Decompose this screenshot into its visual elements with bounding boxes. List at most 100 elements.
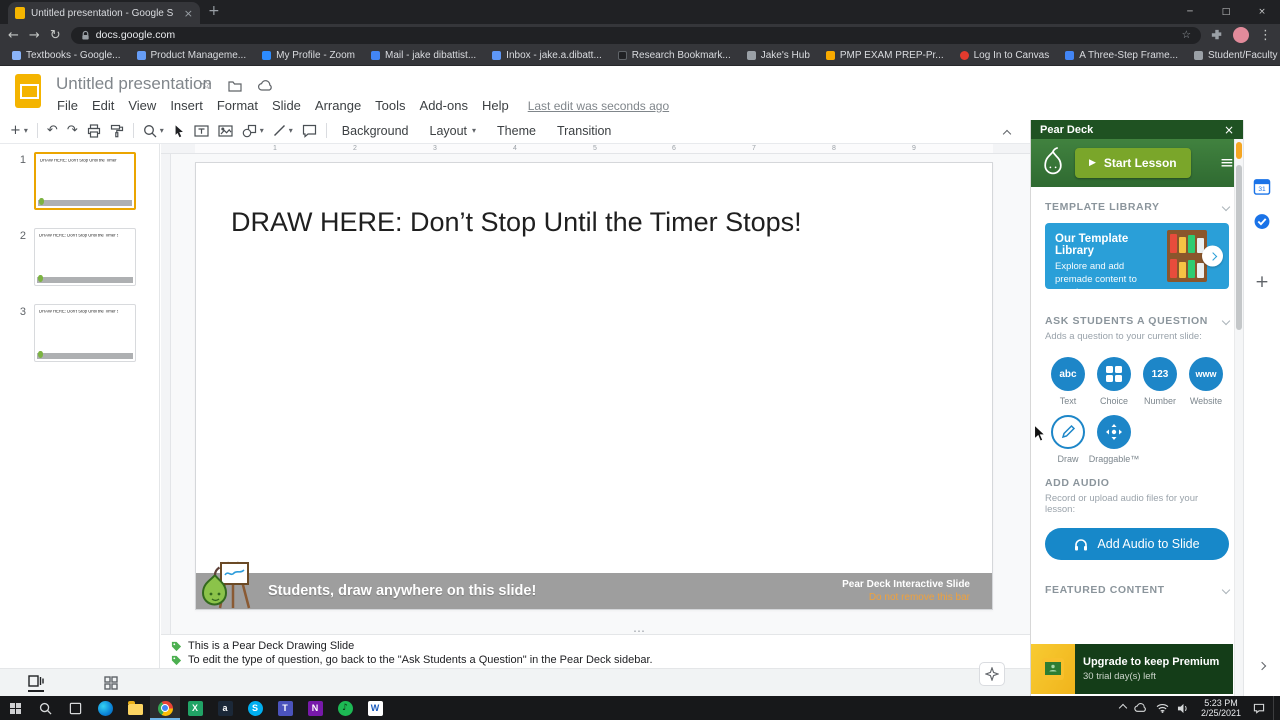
window-maximize-button[interactable]: □ [1208, 0, 1244, 24]
bookmark-item[interactable]: Student/Faculty Res... [1193, 50, 1280, 61]
menu-view[interactable]: View [121, 96, 163, 115]
theme-button[interactable]: Theme [491, 122, 542, 140]
wifi-icon[interactable] [1156, 703, 1169, 713]
slide-thumbnail-2[interactable]: DRAW HERE: Don’t Stop Until the Timer St… [34, 228, 136, 286]
taskbar-spotify-button[interactable]: ♪ [330, 696, 360, 720]
menu-arrange[interactable]: Arrange [308, 96, 368, 115]
sidebar-scrollbar[interactable] [1234, 139, 1243, 696]
bookmark-item[interactable]: Mail - jake dibattist... [371, 50, 476, 61]
menu-addons[interactable]: Add-ons [413, 96, 475, 115]
taskbar-word-button[interactable]: W [360, 696, 390, 720]
insert-comment-button[interactable] [302, 124, 317, 138]
bookmark-item[interactable]: Inbox - jake.a.dibatt... [492, 50, 602, 61]
taskbar-app-dark-button[interactable]: a [210, 696, 240, 720]
taskbar-excel-button[interactable]: X [180, 696, 210, 720]
grid-view-button[interactable] [104, 675, 118, 690]
show-desktop-button[interactable] [1273, 696, 1278, 720]
browser-tab[interactable]: Untitled presentation - Google S × [8, 2, 200, 24]
question-type-draw[interactable]: Draw [1045, 415, 1091, 464]
collapse-section-icon[interactable] [1221, 316, 1231, 326]
bookmark-item[interactable]: My Profile - Zoom [262, 50, 355, 61]
add-audio-button[interactable]: Add Audio to Slide [1045, 528, 1229, 560]
start-button[interactable] [0, 696, 30, 720]
undo-button[interactable]: ↶ [47, 123, 58, 138]
get-addons-plus-icon[interactable]: + [1255, 272, 1269, 292]
window-close-button[interactable]: × [1244, 0, 1280, 24]
hide-menus-button[interactable] [1002, 124, 1012, 142]
taskbar-edge-button[interactable] [90, 696, 120, 720]
background-button[interactable]: Background [336, 122, 415, 140]
bookmark-item[interactable]: Product Manageme... [136, 50, 246, 61]
line-tool-button[interactable]: ▾ [273, 124, 293, 137]
collapse-section-icon[interactable] [1221, 202, 1231, 212]
taskbar-file-explorer-button[interactable] [120, 696, 150, 720]
taskbar-onenote-button[interactable]: N [300, 696, 330, 720]
speaker-notes[interactable]: This is a Pear Deck Drawing Slide To edi… [161, 634, 1030, 668]
bookmark-star-icon[interactable]: ☆ [1182, 29, 1191, 41]
bookmark-item[interactable]: Textbooks - Google... [12, 50, 121, 61]
premium-upgrade-banner[interactable]: Upgrade to keep Premium 30 trial day(s) … [1031, 644, 1233, 694]
taskbar-clock[interactable]: 5:23 PM 2/25/2021 [1197, 698, 1245, 719]
volume-icon[interactable] [1177, 703, 1189, 714]
google-slides-icon[interactable] [15, 74, 41, 108]
onedrive-cloud-icon[interactable] [1134, 703, 1148, 713]
question-type-website[interactable]: www Website [1183, 357, 1229, 406]
template-card-arrow-button[interactable] [1202, 245, 1223, 267]
menu-format[interactable]: Format [210, 96, 265, 115]
bookmark-item[interactable]: Log In to Canvas [959, 50, 1049, 61]
taskbar-chrome-button[interactable] [150, 696, 180, 720]
insert-image-button[interactable] [218, 124, 233, 138]
paint-format-button[interactable] [110, 124, 124, 138]
slide-thumbnail-3[interactable]: DRAW HERE: Don’t Stop Until the Timer St… [34, 304, 136, 362]
calendar-icon[interactable]: 31 [1253, 178, 1271, 195]
slide-editing-surface[interactable]: DRAW HERE: Don’t Stop Until the Timer St… [195, 162, 993, 610]
filmstrip-view-button[interactable] [28, 674, 44, 692]
browser-menu-kebab-icon[interactable]: ⋮ [1259, 29, 1272, 42]
window-minimize-button[interactable]: ─ [1172, 0, 1208, 24]
browser-profile-avatar[interactable] [1233, 27, 1249, 43]
taskbar-skype-button[interactable]: S [240, 696, 270, 720]
menu-slide[interactable]: Slide [265, 96, 308, 115]
question-type-text[interactable]: abc Text [1045, 357, 1091, 406]
shape-tool-button[interactable]: ▾ [242, 124, 264, 138]
star-document-button[interactable]: ☆ [200, 78, 212, 93]
layout-button[interactable]: Layout ▾ [424, 122, 483, 140]
notifications-icon[interactable] [1253, 703, 1265, 714]
transition-button[interactable]: Transition [551, 122, 617, 140]
taskbar-teams-button[interactable]: T [270, 696, 300, 720]
menu-edit[interactable]: Edit [85, 96, 121, 115]
text-box-tool-button[interactable] [194, 124, 209, 138]
redo-button[interactable]: ↷ [67, 123, 78, 138]
bookmark-item[interactable]: Jake's Hub [746, 50, 810, 61]
bookmark-item[interactable]: A Three-Step Frame... [1065, 50, 1178, 61]
url-input[interactable]: docs.google.com ☆ [70, 26, 1201, 44]
menu-file[interactable]: File [50, 96, 85, 115]
zoom-button[interactable]: ▾ [143, 124, 164, 138]
sidebar-menu-icon[interactable]: ≡ [1220, 154, 1234, 172]
new-tab-button[interactable]: + [208, 3, 220, 19]
tasks-icon[interactable] [1254, 213, 1271, 230]
reload-button[interactable]: ↻ [50, 29, 61, 42]
tab-close-icon[interactable]: × [184, 8, 193, 19]
question-type-draggable[interactable]: Draggable™ [1089, 415, 1139, 464]
document-title[interactable]: Untitled presentation [56, 74, 212, 94]
question-type-number[interactable]: 123 Number [1137, 357, 1183, 406]
last-edit-link[interactable]: Last edit was seconds ago [528, 99, 669, 113]
print-button[interactable] [87, 123, 101, 138]
collapse-section-icon[interactable] [1221, 585, 1231, 595]
task-view-button[interactable] [60, 696, 90, 720]
menu-insert[interactable]: Insert [163, 96, 210, 115]
bookmark-item[interactable]: PMP EXAM PREP-Pr... [825, 50, 944, 61]
bookmark-item[interactable]: Research Bookmark... [617, 50, 731, 61]
tray-expand-icon[interactable] [1118, 703, 1128, 713]
menu-help[interactable]: Help [475, 96, 516, 115]
template-library-card[interactable]: Our Template Library Explore and add pre… [1045, 223, 1229, 298]
document-status-cloud-icon[interactable] [257, 79, 274, 92]
close-sidebar-icon[interactable]: × [1224, 123, 1234, 137]
start-lesson-button[interactable]: ▶ Start Lesson [1075, 148, 1191, 178]
slide-title-textbox[interactable]: DRAW HERE: Don’t Stop Until the Timer St… [231, 207, 802, 238]
collapse-panel-icon[interactable] [1257, 656, 1267, 674]
scrollbar-thumb[interactable] [1236, 165, 1242, 330]
move-folder-icon[interactable] [228, 80, 242, 92]
select-tool-button[interactable] [173, 124, 185, 138]
